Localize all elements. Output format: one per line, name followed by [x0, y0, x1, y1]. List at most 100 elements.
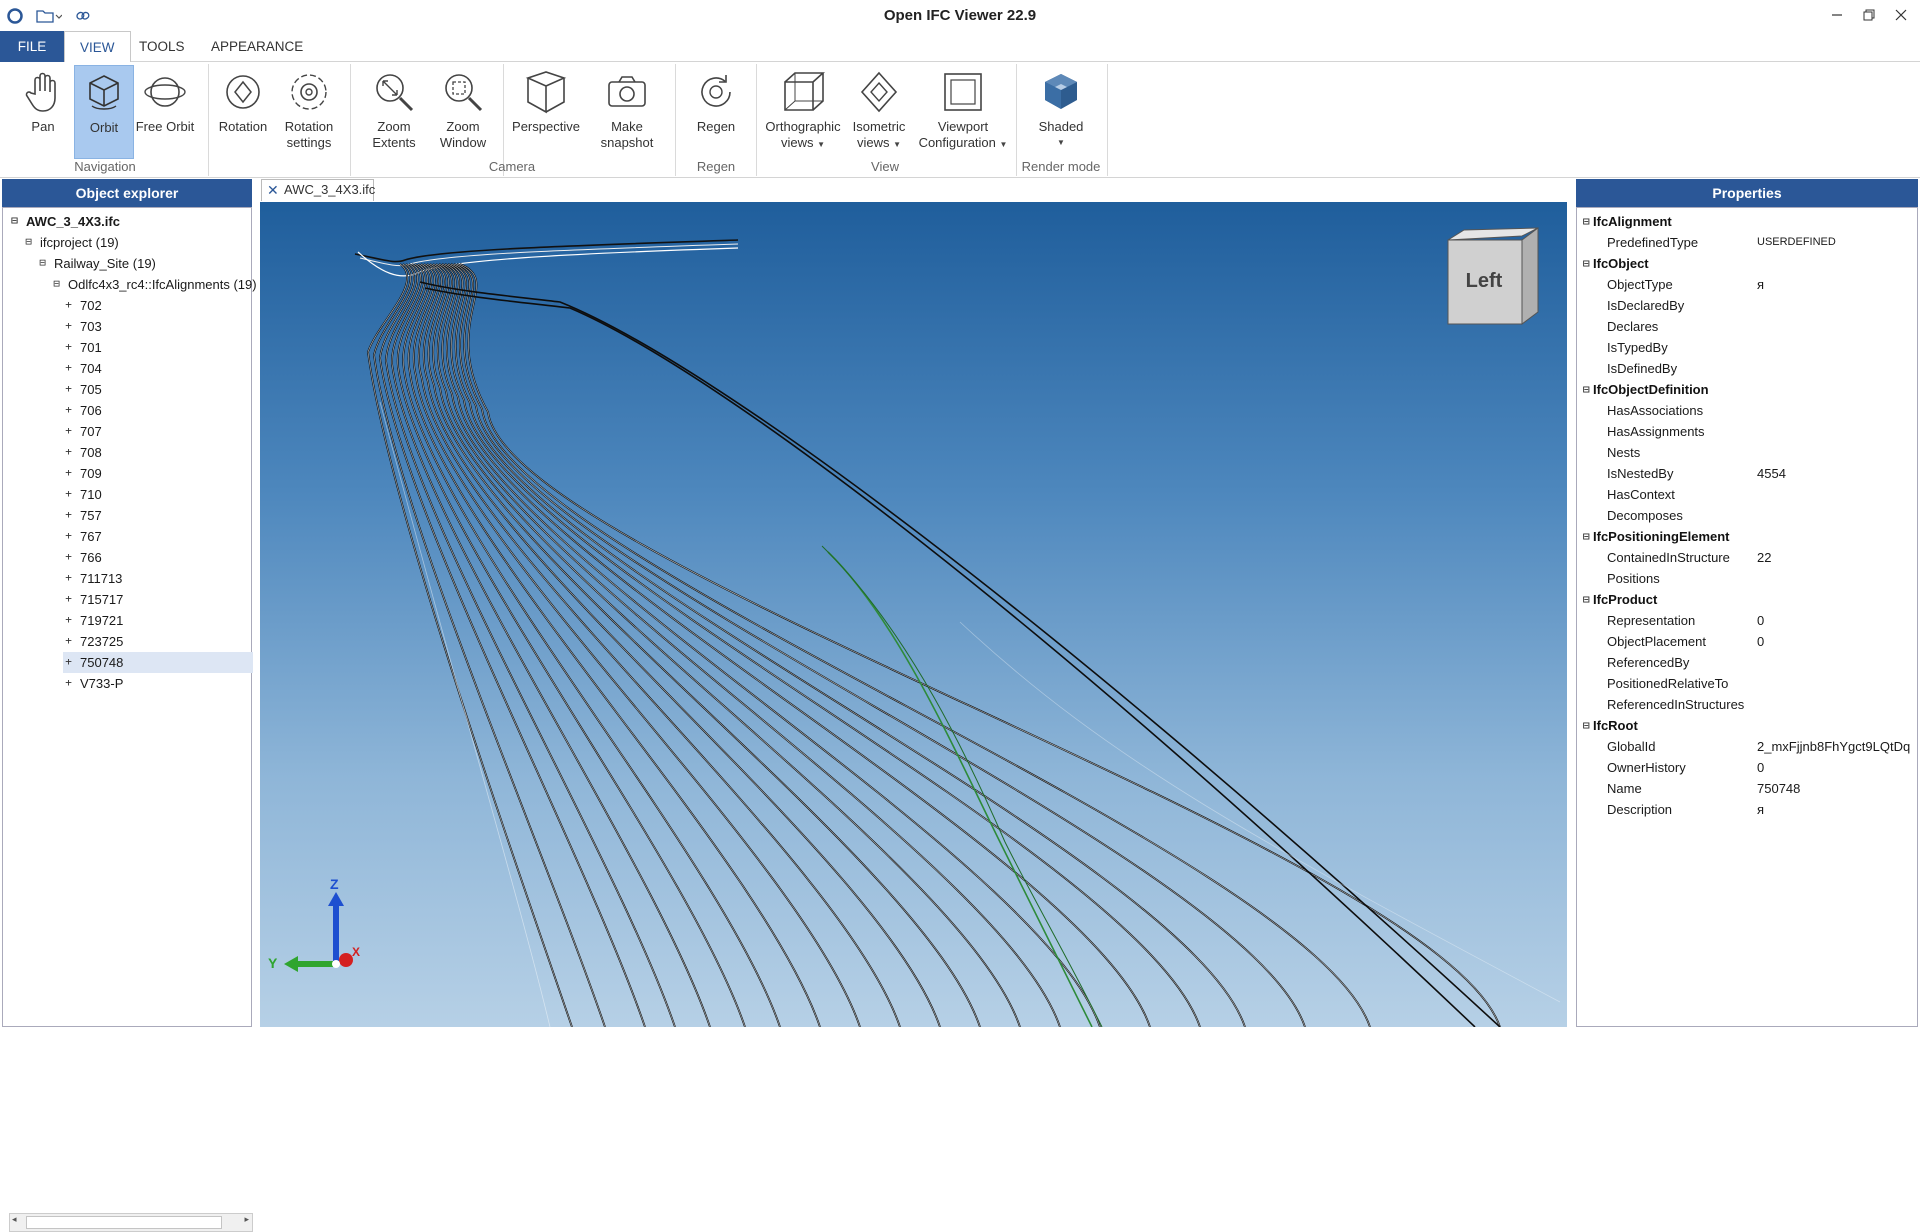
expand-icon[interactable]: + [63, 320, 74, 332]
link-icon[interactable] [72, 5, 94, 27]
property-row[interactable]: ReferencedInStructures [1577, 694, 1917, 715]
property-row[interactable]: ContainedInStructure 22 [1577, 547, 1917, 568]
collapse-icon[interactable]: ⊟ [1583, 589, 1590, 610]
property-row[interactable]: ReferencedBy [1577, 652, 1917, 673]
property-row[interactable]: ObjectType я [1577, 274, 1917, 295]
property-category[interactable]: ⊟ IfcProduct [1577, 589, 1917, 610]
isometric-views-button[interactable]: Isometric views ▼ [848, 65, 910, 159]
collapse-icon[interactable]: ⊟ [1583, 211, 1590, 232]
expand-icon[interactable]: + [63, 488, 74, 500]
alignment-item[interactable]: +709 [63, 463, 253, 484]
snapshot-button[interactable]: Make snapshot [592, 65, 662, 159]
property-category[interactable]: ⊟ IfcAlignment [1577, 211, 1917, 232]
property-row[interactable]: GlobalId 2_mxFjjnb8FhYgct9LQtDq [1577, 736, 1917, 757]
tab-appearance[interactable]: APPEARANCE [196, 31, 318, 62]
expand-icon[interactable]: + [63, 467, 74, 479]
alignment-item[interactable]: +707 [63, 421, 253, 442]
alignment-item[interactable]: +750748 [63, 652, 253, 673]
expand-icon[interactable]: + [63, 593, 74, 605]
free-orbit-button[interactable]: Free Orbit [134, 65, 196, 159]
alignment-item[interactable]: +705 [63, 379, 253, 400]
collapse-icon[interactable]: ⊟ [37, 257, 48, 269]
alignment-item[interactable]: +704 [63, 358, 253, 379]
alignment-item[interactable]: +708 [63, 442, 253, 463]
property-row[interactable]: HasAssociations [1577, 400, 1917, 421]
property-row[interactable]: PositionedRelativeTo [1577, 673, 1917, 694]
rotation-settings-button[interactable]: Rotation settings [278, 65, 340, 159]
close-tab-icon[interactable]: ✕ [267, 180, 279, 200]
zoom-window-button[interactable]: Zoom Window [432, 65, 494, 159]
expand-icon[interactable]: + [63, 530, 74, 542]
pan-button[interactable]: Pan [14, 65, 72, 159]
tree-site[interactable]: ⊟ Railway_Site (19) [37, 253, 156, 274]
property-category[interactable]: ⊟ IfcPositioningElement [1577, 526, 1917, 547]
expand-icon[interactable]: + [63, 404, 74, 416]
property-category[interactable]: ⊟ IfcRoot [1577, 715, 1917, 736]
scrollbar-thumb[interactable] [26, 1216, 222, 1229]
collapse-icon[interactable]: ⊟ [1583, 715, 1590, 736]
expand-icon[interactable]: + [63, 383, 74, 395]
expand-icon[interactable]: + [63, 614, 74, 626]
orthographic-views-button[interactable]: Orthographic views ▼ [762, 65, 844, 159]
expand-icon[interactable]: + [63, 677, 74, 689]
tab-file[interactable]: FILE [0, 31, 64, 62]
collapse-icon[interactable]: ⊟ [51, 278, 62, 290]
shaded-button[interactable]: Shaded ▼ [1024, 65, 1098, 159]
open-folder-icon[interactable] [34, 5, 64, 27]
property-category[interactable]: ⊟ IfcObjectDefinition [1577, 379, 1917, 400]
property-row[interactable]: Positions [1577, 568, 1917, 589]
horizontal-scrollbar[interactable]: ◂ ▸ [9, 1213, 253, 1232]
alignment-item[interactable]: +719721 [63, 610, 253, 631]
property-row[interactable]: IsTypedBy [1577, 337, 1917, 358]
expand-icon[interactable]: + [63, 509, 74, 521]
expand-icon[interactable]: + [63, 341, 74, 353]
document-tab[interactable]: ✕ AWC_3_4X3.ifc [261, 179, 375, 201]
property-row[interactable]: PredefinedType USERDEFINED [1577, 232, 1917, 253]
minimize-icon[interactable] [1822, 4, 1852, 26]
alignment-item[interactable]: +710 [63, 484, 253, 505]
property-row[interactable]: HasAssignments [1577, 421, 1917, 442]
property-row[interactable]: Decomposes [1577, 505, 1917, 526]
property-row[interactable]: IsNestedBy 4554 [1577, 463, 1917, 484]
properties-grid[interactable]: ⊟ IfcAlignment PredefinedType USERDEFINED ⊟ I… [1576, 207, 1918, 1027]
alignment-item[interactable]: +706 [63, 400, 253, 421]
alignment-item[interactable]: +757 [63, 505, 253, 526]
expand-icon[interactable]: + [63, 299, 74, 311]
viewcube[interactable]: Left [1446, 226, 1542, 326]
object-explorer-tree[interactable]: ⊟ AWC_3_4X3.ifc ⊟ ifcproject (19) ⊟ Railway… [2, 207, 257, 1232]
tree-alignments[interactable]: ⊟ Odlfc4x3_rc4::IfcAlignments (19) [51, 274, 256, 295]
property-row[interactable]: Representation 0 [1577, 610, 1917, 631]
alignment-item[interactable]: +711713 [63, 568, 253, 589]
property-row[interactable]: IsDeclaredBy [1577, 295, 1917, 316]
alignment-item[interactable]: + V733-P [63, 673, 253, 694]
scroll-left-icon[interactable]: ◂ [12, 1214, 17, 1225]
zoom-extents-button[interactable]: Zoom Extents [362, 65, 426, 159]
property-category[interactable]: ⊟ IfcObject [1577, 253, 1917, 274]
property-row[interactable]: OwnerHistory 0 [1577, 757, 1917, 778]
orbit-button[interactable]: Orbit [74, 65, 134, 159]
alignment-item[interactable]: +702 [63, 295, 253, 316]
expand-icon[interactable]: + [63, 425, 74, 437]
viewport-configuration-button[interactable]: Viewport Configuration ▼ [918, 65, 1008, 159]
alignment-item[interactable]: +701 [63, 337, 253, 358]
alignment-item[interactable]: +766 [63, 547, 253, 568]
rotation-button[interactable]: Rotation [214, 65, 272, 159]
collapse-icon[interactable]: ⊟ [1583, 526, 1590, 547]
alignment-item[interactable]: +767 [63, 526, 253, 547]
tab-view[interactable]: VIEW [64, 31, 131, 63]
collapse-icon[interactable]: ⊟ [23, 236, 34, 248]
expand-icon[interactable]: + [63, 572, 74, 584]
alignment-item[interactable]: +703 [63, 316, 253, 337]
property-row[interactable]: IsDefinedBy [1577, 358, 1917, 379]
collapse-icon[interactable]: ⊟ [1583, 379, 1590, 400]
property-row[interactable]: Declares [1577, 316, 1917, 337]
expand-icon[interactable]: + [63, 656, 74, 668]
alignment-item[interactable]: +715717 [63, 589, 253, 610]
scroll-right-icon[interactable]: ▸ [244, 1214, 249, 1225]
expand-icon[interactable]: + [63, 362, 74, 374]
collapse-icon[interactable]: ⊟ [9, 215, 20, 227]
tree-project[interactable]: ⊟ ifcproject (19) [23, 232, 119, 253]
close-icon[interactable] [1886, 4, 1916, 26]
property-row[interactable]: Description я [1577, 799, 1917, 820]
property-row[interactable]: HasContext [1577, 484, 1917, 505]
